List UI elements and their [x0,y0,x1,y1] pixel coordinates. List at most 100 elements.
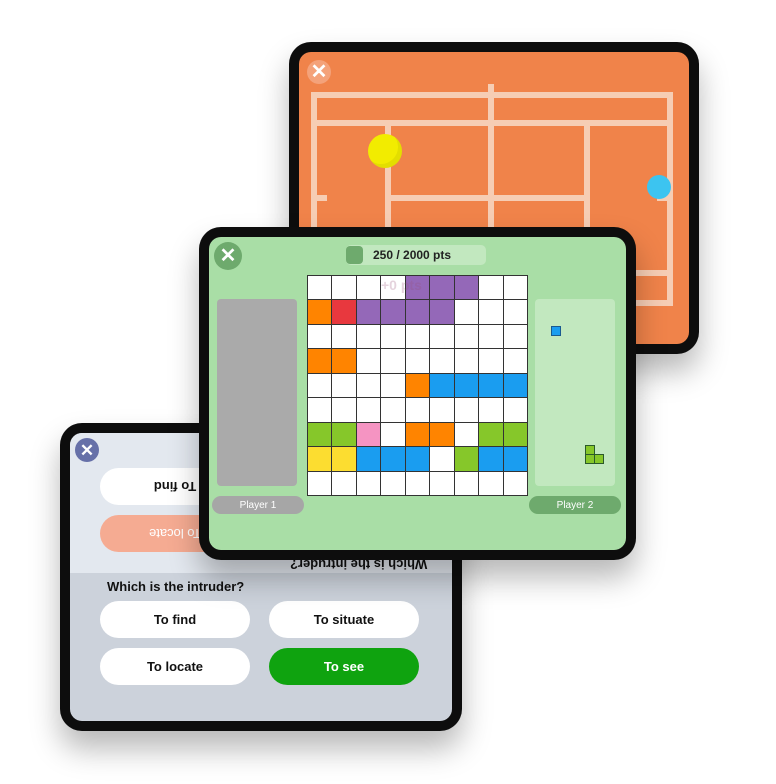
grid-cell[interactable] [454,276,479,300]
grid-cell[interactable] [479,471,503,495]
grid-cell[interactable] [454,300,479,324]
grid-cell[interactable] [308,276,332,300]
grid-cell[interactable] [308,300,332,324]
answer-to-find[interactable]: To find [100,601,250,638]
score-text: 250 / 2000 pts [373,248,452,262]
grid-cell[interactable] [356,276,381,300]
grid-cell[interactable] [332,324,356,349]
blue-single-piece[interactable] [551,326,561,336]
grid-cell[interactable] [381,471,405,495]
grid-cell[interactable] [503,349,527,373]
close-button[interactable]: ✕ [214,242,242,270]
grid-cell[interactable] [503,447,527,471]
puzzle-screen: ✕ 250 / 2000 pts +0 pts Player 1 Player … [209,237,626,550]
green-l-piece[interactable] [585,445,605,465]
grid-cell[interactable] [430,349,454,373]
grid-cell[interactable] [503,324,527,349]
yellow-tennis-ball[interactable] [368,134,402,168]
grid-cell[interactable] [479,398,503,422]
grid-cell[interactable] [308,447,332,471]
grid-cell[interactable] [430,300,454,324]
grid-cell[interactable] [308,398,332,422]
court-tick-left [311,195,327,201]
player2-button[interactable]: Player 2 [529,496,621,514]
answer-to-situate[interactable]: To situate [269,601,419,638]
grid-cell[interactable] [430,373,454,398]
grid-cell[interactable] [332,373,356,398]
grid-cell[interactable] [454,398,479,422]
grid-cell[interactable] [332,471,356,495]
grid-cell[interactable] [308,324,332,349]
grid-cell[interactable] [356,471,381,495]
grid-cell[interactable] [381,373,405,398]
grid-cell[interactable] [308,422,332,447]
grid-cell[interactable] [308,471,332,495]
grid-cell[interactable] [381,324,405,349]
grid-cell[interactable] [356,324,381,349]
court-center-service [385,195,590,201]
grid-cell[interactable] [381,447,405,471]
grid-cell[interactable] [503,398,527,422]
grid-cell[interactable] [405,422,430,447]
grid-cell[interactable] [430,447,454,471]
grid-cell[interactable] [430,324,454,349]
grid-cell[interactable] [405,349,430,373]
grid-cell[interactable] [308,349,332,373]
grid-cell[interactable] [454,324,479,349]
grid-cell[interactable] [454,471,479,495]
grid-cell[interactable] [503,373,527,398]
grid-cell[interactable] [503,422,527,447]
grid-cell[interactable] [454,373,479,398]
grid-cell[interactable] [430,398,454,422]
puzzle-grid[interactable] [307,275,528,496]
grid-cell[interactable] [356,349,381,373]
points-gain-ghost-text: +0 pts [381,277,422,293]
grid-cell[interactable] [308,373,332,398]
grid-cell[interactable] [356,300,381,324]
grid-cell[interactable] [479,349,503,373]
grid-cell[interactable] [430,276,454,300]
grid-cell[interactable] [381,398,405,422]
close-button[interactable]: ✕ [75,438,99,462]
grid-cell[interactable] [332,398,356,422]
grid-cell[interactable] [405,324,430,349]
close-icon: ✕ [79,440,95,460]
grid-cell[interactable] [405,373,430,398]
close-button[interactable]: ✕ [307,60,331,84]
grid-cell[interactable] [405,447,430,471]
grid-cell[interactable] [356,398,381,422]
grid-cell[interactable] [332,300,356,324]
grid-cell[interactable] [405,300,430,324]
player1-button[interactable]: Player 1 [212,496,304,514]
grid-cell[interactable] [479,422,503,447]
grid-cell[interactable] [381,349,405,373]
grid-cell[interactable] [479,324,503,349]
grid-cell[interactable] [405,471,430,495]
grid-cell[interactable] [381,300,405,324]
grid-cell[interactable] [454,349,479,373]
grid-cell[interactable] [503,276,527,300]
blue-tennis-ball[interactable] [647,175,671,199]
grid-cell[interactable] [356,447,381,471]
grid-cell[interactable] [503,471,527,495]
grid-cell[interactable] [356,422,381,447]
grid-cell[interactable] [332,276,356,300]
grid-cell[interactable] [454,447,479,471]
grid-cell[interactable] [332,349,356,373]
grid-cell[interactable] [479,373,503,398]
grid-cell[interactable] [430,422,454,447]
answer-to-see[interactable]: To see [269,648,419,685]
grid-cell[interactable] [479,300,503,324]
grid-cell[interactable] [332,422,356,447]
close-icon: ✕ [219,245,237,267]
grid-cell[interactable] [356,373,381,398]
grid-cell[interactable] [479,447,503,471]
grid-cell[interactable] [381,422,405,447]
grid-cell[interactable] [430,471,454,495]
grid-cell[interactable] [332,447,356,471]
grid-cell[interactable] [479,276,503,300]
grid-cell[interactable] [503,300,527,324]
answer-to-locate[interactable]: To locate [100,648,250,685]
grid-cell[interactable] [405,398,430,422]
grid-cell[interactable] [454,422,479,447]
